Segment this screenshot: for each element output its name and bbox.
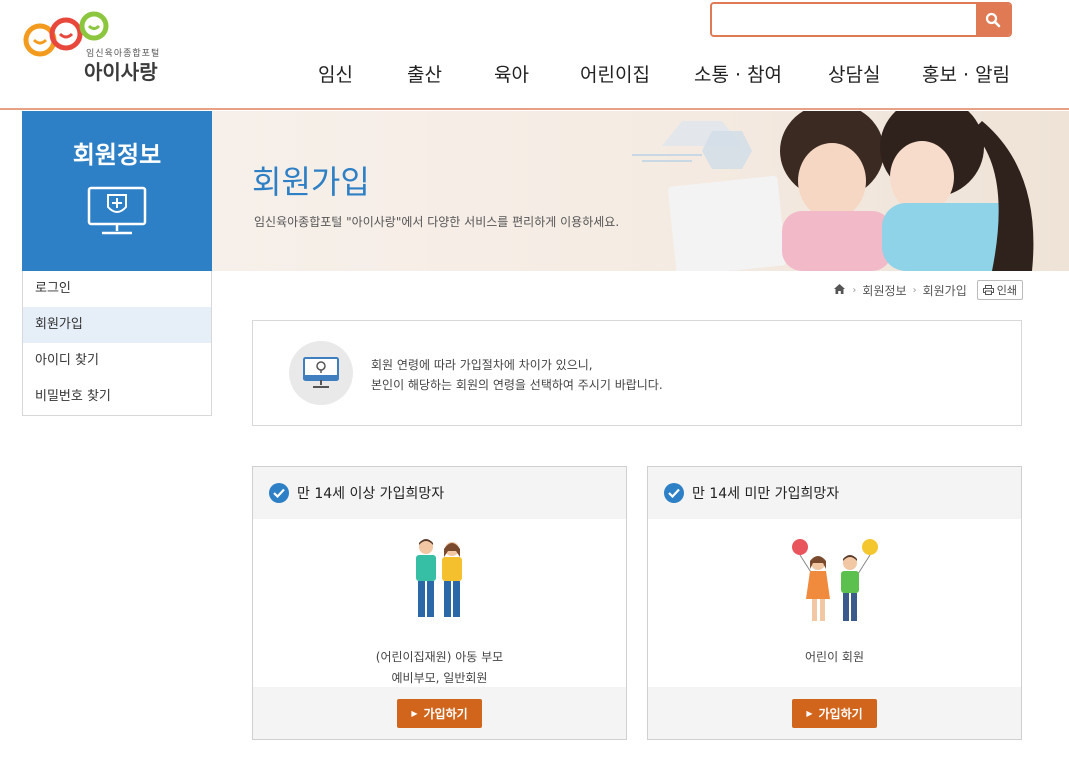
join-button-label: 가입하기 bbox=[818, 707, 863, 721]
notice-line: 본인이 해당하는 회원의 연령을 선택하여 주시기 바랍니다. bbox=[371, 378, 663, 392]
signup-card-child: 만 14세 미만 가입희망자 어린이 회원 ▶ 가입하기 bbox=[647, 466, 1022, 740]
nav-item-counseling[interactable]: 상담실 bbox=[828, 60, 880, 87]
caret-right-icon: ▶ bbox=[411, 709, 418, 718]
join-button-child[interactable]: ▶ 가입하기 bbox=[792, 699, 877, 728]
sidebar-menu: 로그인 회원가입 아이디 찾기 비밀번호 찾기 bbox=[22, 271, 212, 416]
monitor-user-icon bbox=[86, 185, 148, 241]
parents-illustration bbox=[253, 537, 626, 627]
home-icon[interactable] bbox=[833, 283, 846, 298]
card-title: 만 14세 이상 가입희망자 bbox=[297, 486, 445, 502]
sidebar-header: 회원정보 bbox=[22, 111, 212, 271]
search-box bbox=[710, 2, 1012, 37]
notice-text: 회원 연령에 따라 가입절차에 차이가 있으니, 본인이 해당하는 회원의 연령… bbox=[371, 355, 663, 395]
card-desc-line: 예비부모, 일반회원 bbox=[391, 671, 488, 685]
page-description: 임신육아종합포털 "아이사랑"에서 다양한 서비스를 편리하게 이용하세요. bbox=[254, 215, 620, 229]
card-desc-line: 어린이 회원 bbox=[804, 650, 864, 664]
printer-icon bbox=[982, 285, 994, 295]
caret-right-icon: ▶ bbox=[806, 709, 813, 718]
check-circle-icon bbox=[269, 483, 289, 503]
search-button[interactable] bbox=[976, 4, 1010, 35]
join-button-adult[interactable]: ▶ 가입하기 bbox=[397, 699, 482, 728]
site-logo[interactable]: 임신육아종합포털 아이사랑 bbox=[22, 10, 182, 85]
breadcrumb-item[interactable]: 회원정보 bbox=[862, 282, 906, 299]
page-title: 회원가입 bbox=[252, 163, 370, 201]
card-desc-line: (어린이집재원) 아동 부모 bbox=[375, 650, 504, 664]
card-footer: ▶ 가입하기 bbox=[648, 687, 1021, 739]
search-icon bbox=[985, 12, 1001, 27]
nav-item-community[interactable]: 소통 · 참여 bbox=[694, 60, 782, 87]
join-button-label: 가입하기 bbox=[423, 707, 468, 721]
site-header: 임신육아종합포털 아이사랑 임신 출산 육아 어린이집 소통 · 참여 상담실 … bbox=[0, 0, 1069, 110]
card-header: 만 14세 이상 가입희망자 bbox=[253, 467, 626, 519]
print-label: 인쇄 bbox=[996, 284, 1017, 297]
nav-item-news[interactable]: 홍보 · 알림 bbox=[922, 60, 1010, 87]
card-description: 어린이 회원 bbox=[648, 647, 1021, 668]
card-header: 만 14세 미만 가입희망자 bbox=[648, 467, 1021, 519]
monitor-bulb-icon bbox=[289, 341, 353, 405]
sidebar-title: 회원정보 bbox=[72, 141, 162, 169]
nav-item-pregnancy[interactable]: 임신 bbox=[318, 60, 353, 87]
nav-item-birth[interactable]: 출산 bbox=[407, 60, 442, 87]
breadcrumb: › 회원정보 › 회원가입 인쇄 bbox=[833, 280, 1023, 300]
notice-box: 회원 연령에 따라 가입절차에 차이가 있으니, 본인이 해당하는 회원의 연령… bbox=[252, 320, 1022, 426]
card-description: (어린이집재원) 아동 부모 예비부모, 일반회원 bbox=[253, 647, 626, 689]
search-input[interactable] bbox=[712, 4, 976, 35]
sidebar-item-signup[interactable]: 회원가입 bbox=[23, 307, 211, 343]
page-banner: 회원가입 임신육아종합포털 "아이사랑"에서 다양한 서비스를 편리하게 이용하… bbox=[212, 111, 1069, 271]
sidebar-item-find-password[interactable]: 비밀번호 찾기 bbox=[23, 379, 211, 415]
sidebar-item-find-id[interactable]: 아이디 찾기 bbox=[23, 343, 211, 379]
children-illustration bbox=[648, 537, 1021, 627]
logo-title: 아이사랑 bbox=[84, 60, 158, 84]
card-title: 만 14세 미만 가입희망자 bbox=[692, 486, 840, 502]
check-circle-icon bbox=[664, 483, 684, 503]
print-button[interactable]: 인쇄 bbox=[976, 280, 1023, 300]
chevron-right-icon: › bbox=[852, 284, 857, 296]
nav-item-daycare[interactable]: 어린이집 bbox=[580, 60, 650, 87]
chevron-right-icon: › bbox=[912, 284, 917, 296]
notice-line: 회원 연령에 따라 가입절차에 차이가 있으니, bbox=[371, 358, 593, 372]
card-footer: ▶ 가입하기 bbox=[253, 687, 626, 739]
banner-illustration bbox=[632, 111, 1034, 271]
signup-card-adult: 만 14세 이상 가입희망자 (어린이집재원) 아동 부모 예비부모, 일반회원… bbox=[252, 466, 627, 740]
breadcrumb-item[interactable]: 회원가입 bbox=[923, 282, 967, 299]
sidebar-item-login[interactable]: 로그인 bbox=[23, 271, 211, 307]
nav-item-childcare[interactable]: 육아 bbox=[494, 60, 529, 87]
